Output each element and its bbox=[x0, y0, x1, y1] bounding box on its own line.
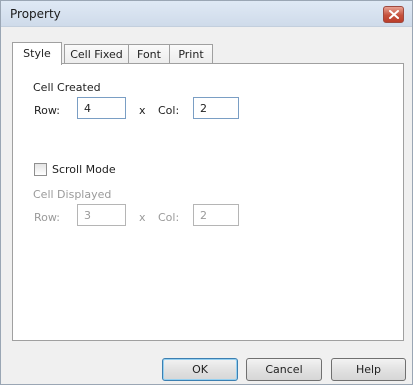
cell-created-x-label: x bbox=[139, 104, 146, 117]
cell-displayed-row-input bbox=[77, 204, 126, 226]
close-button[interactable] bbox=[383, 6, 404, 23]
title-bar[interactable]: Property bbox=[1, 1, 412, 27]
tab-cell-fixed[interactable]: Cell Fixed bbox=[64, 44, 129, 64]
dialog-title: Property bbox=[10, 7, 61, 21]
tab-label: Style bbox=[23, 47, 51, 60]
tab-label: Print bbox=[178, 48, 204, 61]
cell-displayed-col-label: Col: bbox=[158, 211, 180, 224]
cell-displayed-heading: Cell Displayed bbox=[33, 188, 112, 201]
help-button[interactable]: Help bbox=[331, 358, 406, 381]
ok-button[interactable]: OK bbox=[162, 358, 238, 381]
cell-created-heading: Cell Created bbox=[33, 81, 101, 94]
cell-displayed-row-label: Row: bbox=[34, 211, 60, 224]
cell-displayed-x-label: x bbox=[139, 211, 146, 224]
close-icon bbox=[389, 10, 399, 19]
cell-created-col-label: Col: bbox=[158, 104, 180, 117]
scroll-mode-checkbox[interactable] bbox=[34, 163, 47, 176]
tab-print[interactable]: Print bbox=[169, 44, 213, 64]
cell-created-col-input[interactable] bbox=[193, 97, 239, 119]
cell-created-row-label: Row: bbox=[34, 104, 60, 117]
dialog-client: Style Cell Fixed Font Print Cell Created… bbox=[1, 28, 412, 384]
style-tab-panel: Cell Created Row: x Col: Scroll Mode Cel… bbox=[12, 63, 404, 341]
cancel-button[interactable]: Cancel bbox=[246, 358, 322, 381]
property-dialog: Property Style Cell Fixed Font Print Cel… bbox=[0, 0, 413, 385]
tab-label: Font bbox=[137, 48, 161, 61]
tab-font[interactable]: Font bbox=[128, 44, 170, 64]
cell-displayed-col-input bbox=[193, 204, 239, 226]
tab-style[interactable]: Style bbox=[12, 42, 62, 65]
tab-label: Cell Fixed bbox=[70, 48, 123, 61]
scroll-mode-label[interactable]: Scroll Mode bbox=[52, 163, 116, 176]
cell-created-row-input[interactable] bbox=[77, 97, 126, 119]
